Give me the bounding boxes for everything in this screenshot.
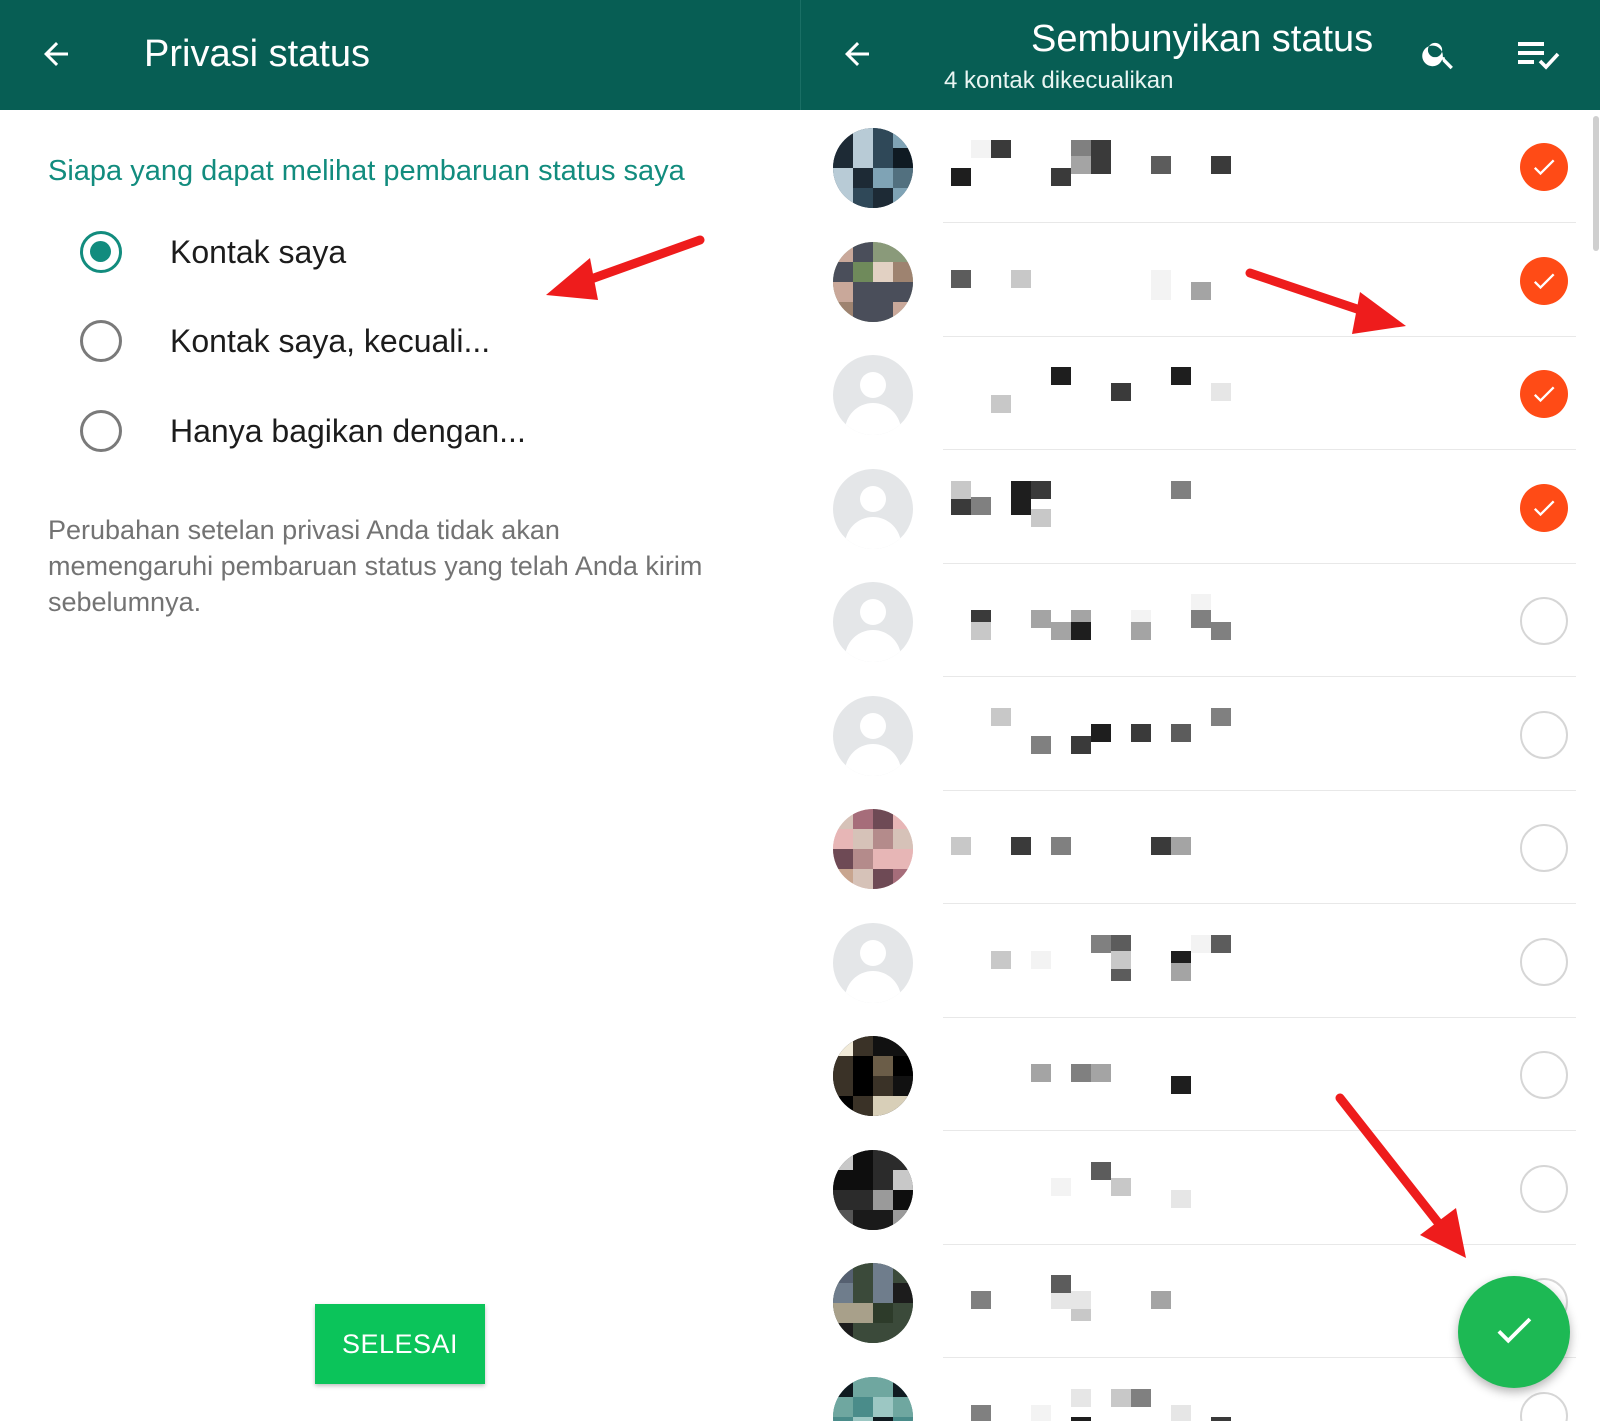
checked-icon[interactable] bbox=[1520, 483, 1568, 532]
option-label: Kontak saya bbox=[170, 233, 347, 270]
left-app-bar: Privasi status bbox=[0, 0, 800, 110]
default-avatar bbox=[833, 582, 913, 662]
unchecked-icon[interactable] bbox=[1520, 824, 1568, 872]
blurred-contact-name bbox=[951, 1048, 1271, 1098]
check-icon bbox=[1491, 1307, 1537, 1358]
blurred-contact-name bbox=[951, 140, 1271, 190]
checked-icon[interactable] bbox=[1520, 143, 1568, 191]
checked-icon[interactable] bbox=[1520, 256, 1568, 305]
avatar bbox=[833, 241, 913, 322]
blurred-contact-name bbox=[951, 1161, 1271, 1212]
privacy-status-screen: Privasi status Siapa yang dapat melihat … bbox=[0, 0, 800, 1421]
radio-unchecked-icon[interactable] bbox=[80, 320, 122, 362]
option-only-share-with[interactable]: Hanya bagikan dengan... bbox=[60, 396, 660, 466]
scrollbar[interactable] bbox=[1593, 116, 1599, 251]
avatar bbox=[833, 128, 913, 208]
default-avatar bbox=[833, 355, 913, 435]
blurred-contact-name bbox=[951, 934, 1271, 985]
contact-row[interactable] bbox=[801, 110, 1600, 223]
page-title: Sembunyikan status bbox=[1031, 18, 1374, 60]
contact-row[interactable] bbox=[801, 1132, 1600, 1245]
hide-status-screen: Sembunyikan status 4 kontak dikecualikan bbox=[801, 0, 1600, 1421]
section-title: Siapa yang dapat melihat pembaruan statu… bbox=[48, 155, 685, 187]
avatar bbox=[833, 1263, 913, 1343]
unchecked-icon[interactable] bbox=[1520, 710, 1568, 759]
page-title: Privasi status bbox=[144, 33, 370, 75]
contact-row[interactable] bbox=[801, 1018, 1600, 1131]
search-button[interactable] bbox=[1411, 28, 1467, 84]
search-icon bbox=[1420, 35, 1458, 78]
done-button[interactable]: SELESAI bbox=[315, 1304, 485, 1384]
unchecked-icon[interactable] bbox=[1520, 1051, 1568, 1099]
contact-row[interactable] bbox=[801, 564, 1600, 677]
radio-unchecked-icon[interactable] bbox=[80, 410, 122, 452]
unchecked-icon[interactable] bbox=[1520, 1391, 1568, 1421]
blurred-contact-name bbox=[951, 707, 1271, 758]
arrow-left-icon bbox=[38, 36, 74, 77]
privacy-note: Perubahan setelan privasi Anda tidak aka… bbox=[48, 515, 703, 617]
default-avatar bbox=[833, 922, 913, 1003]
option-label: Hanya bagikan dengan... bbox=[170, 412, 526, 449]
excluded-count: 4 kontak dikecualikan bbox=[944, 67, 1174, 94]
select-all-button[interactable] bbox=[1507, 28, 1571, 84]
contact-row[interactable] bbox=[801, 678, 1600, 791]
unchecked-icon[interactable] bbox=[1520, 1164, 1568, 1213]
unchecked-icon[interactable] bbox=[1520, 937, 1568, 986]
select-all-icon bbox=[1516, 34, 1562, 79]
unchecked-icon[interactable] bbox=[1520, 597, 1568, 645]
avatar bbox=[833, 1376, 913, 1421]
default-avatar bbox=[833, 468, 913, 549]
checked-icon[interactable] bbox=[1520, 370, 1568, 418]
option-label: Kontak saya, kecuali... bbox=[170, 322, 491, 359]
option-my-contacts[interactable]: Kontak saya bbox=[60, 217, 660, 287]
blurred-contact-name bbox=[951, 821, 1271, 871]
blurred-contact-name bbox=[951, 1275, 1271, 1325]
right-app-bar: Sembunyikan status 4 kontak dikecualikan bbox=[801, 0, 1600, 110]
back-button[interactable] bbox=[30, 30, 82, 82]
default-avatar bbox=[833, 695, 913, 776]
contact-row[interactable] bbox=[801, 451, 1600, 564]
contact-row[interactable] bbox=[801, 905, 1600, 1018]
contact-row[interactable] bbox=[801, 224, 1600, 337]
contact-row[interactable] bbox=[801, 791, 1600, 904]
blurred-contact-name bbox=[951, 594, 1271, 644]
blurred-contact-name bbox=[951, 367, 1271, 417]
blurred-contact-name bbox=[951, 480, 1271, 531]
radio-checked-icon[interactable] bbox=[80, 231, 122, 273]
avatar bbox=[833, 809, 913, 889]
avatar bbox=[833, 1149, 913, 1230]
option-my-contacts-except[interactable]: Kontak saya, kecuali... bbox=[60, 306, 660, 376]
blurred-contact-name bbox=[951, 254, 1271, 304]
back-button[interactable] bbox=[831, 30, 883, 82]
blurred-contact-name bbox=[951, 1388, 1271, 1421]
arrow-left-icon bbox=[839, 36, 875, 77]
contact-row[interactable] bbox=[801, 337, 1600, 450]
avatar bbox=[833, 1036, 913, 1116]
confirm-fab[interactable] bbox=[1458, 1276, 1570, 1388]
